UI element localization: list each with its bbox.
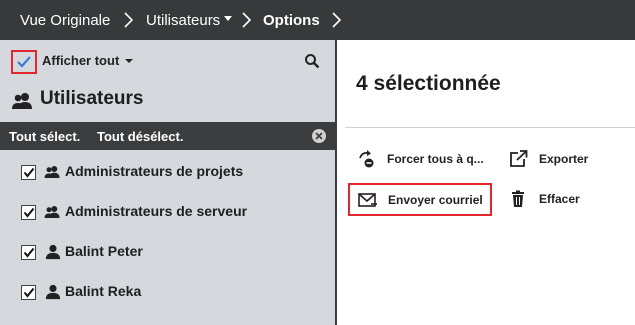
- user-icon: [45, 284, 61, 300]
- export-label: Exporter: [539, 152, 589, 166]
- breadcrumb-label: Options: [263, 11, 320, 29]
- select-mode-button[interactable]: [11, 50, 37, 74]
- filter-row: Afficher tout: [0, 40, 335, 82]
- group-icon: [44, 166, 60, 178]
- group-icon: [12, 93, 32, 109]
- list-item-label: Administrateurs de projets: [65, 163, 244, 179]
- list-item[interactable]: Balint Peter: [0, 230, 335, 270]
- export-icon: [510, 150, 528, 167]
- panel-divider: [335, 40, 337, 325]
- list-item[interactable]: Administrateurs de serveur: [0, 190, 335, 230]
- chevron-right-icon: [124, 12, 134, 28]
- list-item[interactable]: Balint Reka: [0, 270, 335, 310]
- user-icon: [45, 244, 61, 260]
- breadcrumb-item-original-view[interactable]: Vue Originale: [20, 0, 110, 40]
- chevron-right-icon: [332, 12, 342, 28]
- users-sidebar: Afficher tout Utilisateurs Tout sélect. …: [0, 40, 335, 325]
- list-item-label: Balint Reka: [65, 283, 142, 299]
- selection-bar: Tout sélect. Tout désélect.: [0, 122, 335, 150]
- list-item-label: Administrateurs de serveur: [65, 203, 248, 219]
- delete-button[interactable]: Effacer: [509, 190, 580, 208]
- delete-label: Effacer: [539, 192, 580, 206]
- select-all-link[interactable]: Tout sélect.: [9, 129, 80, 144]
- deselect-all-link[interactable]: Tout désélect.: [97, 129, 183, 144]
- force-logout-icon: [359, 150, 374, 168]
- export-button[interactable]: Exporter: [509, 150, 588, 168]
- chevron-right-icon: [242, 12, 252, 28]
- checkmark-icon: [17, 56, 31, 68]
- send-email-button[interactable]: Envoyer courriel: [348, 183, 492, 216]
- list-item[interactable]: Administrateurs de projets: [0, 150, 335, 190]
- breadcrumb-item-options[interactable]: Options: [263, 0, 320, 40]
- force-logout-button[interactable]: Forcer tous à q...: [357, 150, 484, 168]
- caret-down-icon: [125, 58, 134, 63]
- item-checkbox[interactable]: [21, 165, 36, 180]
- show-all-dropdown[interactable]: Afficher tout: [42, 53, 134, 68]
- trash-icon: [512, 190, 524, 207]
- users-header: Utilisateurs: [0, 86, 335, 116]
- email-icon: [358, 192, 377, 207]
- send-email-label: Envoyer courriel: [388, 192, 483, 207]
- close-icon[interactable]: [312, 129, 326, 143]
- breadcrumb-item-users[interactable]: Utilisateurs: [146, 0, 233, 40]
- item-checkbox[interactable]: [21, 285, 36, 300]
- breadcrumb-label: Vue Originale: [20, 11, 111, 29]
- divider: [345, 127, 635, 128]
- selection-title: 4 sélectionnée: [356, 72, 501, 95]
- breadcrumb-label: Utilisateurs: [146, 11, 221, 29]
- item-checkbox[interactable]: [21, 245, 36, 260]
- search-icon[interactable]: [304, 53, 320, 69]
- force-logout-label: Forcer tous à q...: [387, 152, 484, 166]
- list-item-label: Balint Peter: [65, 243, 143, 259]
- caret-down-icon: [224, 15, 233, 21]
- item-checkbox[interactable]: [21, 205, 36, 220]
- breadcrumb: Vue Originale Utilisateurs Options: [0, 0, 635, 40]
- show-all-label: Afficher tout: [42, 53, 120, 68]
- group-icon: [44, 206, 60, 218]
- users-title: Utilisateurs: [40, 88, 144, 109]
